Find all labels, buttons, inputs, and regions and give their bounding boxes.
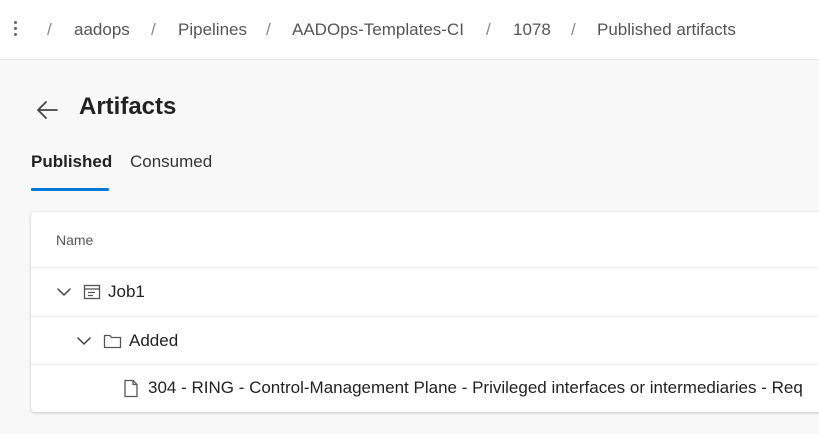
- top-bar: / aadops / Pipelines / AADOps-Templates-…: [0, 0, 819, 60]
- tab-consumed[interactable]: Consumed: [130, 152, 212, 172]
- tab-selected-indicator: [31, 188, 109, 191]
- chevron-down-icon[interactable]: [56, 284, 72, 300]
- breadcrumb-item-run[interactable]: 1078: [513, 20, 551, 40]
- job-icon: [83, 284, 101, 300]
- breadcrumb-separator: /: [151, 20, 156, 39]
- breadcrumb-item-project[interactable]: aadops: [74, 20, 130, 40]
- artifacts-table: Name Job1 Added 304 - RING - Control-Man…: [31, 212, 819, 412]
- breadcrumb-item-pipelines[interactable]: Pipelines: [178, 20, 247, 40]
- back-arrow-icon: [37, 101, 58, 119]
- more-options-icon[interactable]: [8, 18, 22, 42]
- table-row-file[interactable]: 304 - RING - Control-Management Plane - …: [31, 365, 819, 412]
- row-label-folder: Added: [129, 331, 179, 350]
- breadcrumb-item-current: Published artifacts: [597, 20, 736, 39]
- table-row-folder[interactable]: Added: [31, 317, 819, 365]
- row-label-job: Job1: [108, 282, 145, 301]
- row-label-file: 304 - RING - Control-Management Plane - …: [148, 378, 803, 397]
- table-row-job[interactable]: Job1: [31, 268, 819, 317]
- breadcrumb-separator: /: [47, 20, 52, 39]
- page-title: Artifacts: [79, 93, 177, 120]
- folder-icon: [103, 334, 122, 349]
- chevron-down-icon[interactable]: [76, 333, 92, 349]
- breadcrumb-item-pipeline[interactable]: AADOps-Templates-CI: [292, 20, 464, 40]
- breadcrumb-separator: /: [266, 20, 271, 39]
- back-button[interactable]: [33, 95, 63, 125]
- table-header-row: Name: [31, 212, 819, 268]
- breadcrumb-separator: /: [571, 20, 576, 39]
- breadcrumb-separator: /: [486, 20, 491, 39]
- file-icon: [124, 379, 138, 398]
- tab-published[interactable]: Published: [31, 152, 112, 172]
- column-header-name[interactable]: Name: [56, 232, 93, 248]
